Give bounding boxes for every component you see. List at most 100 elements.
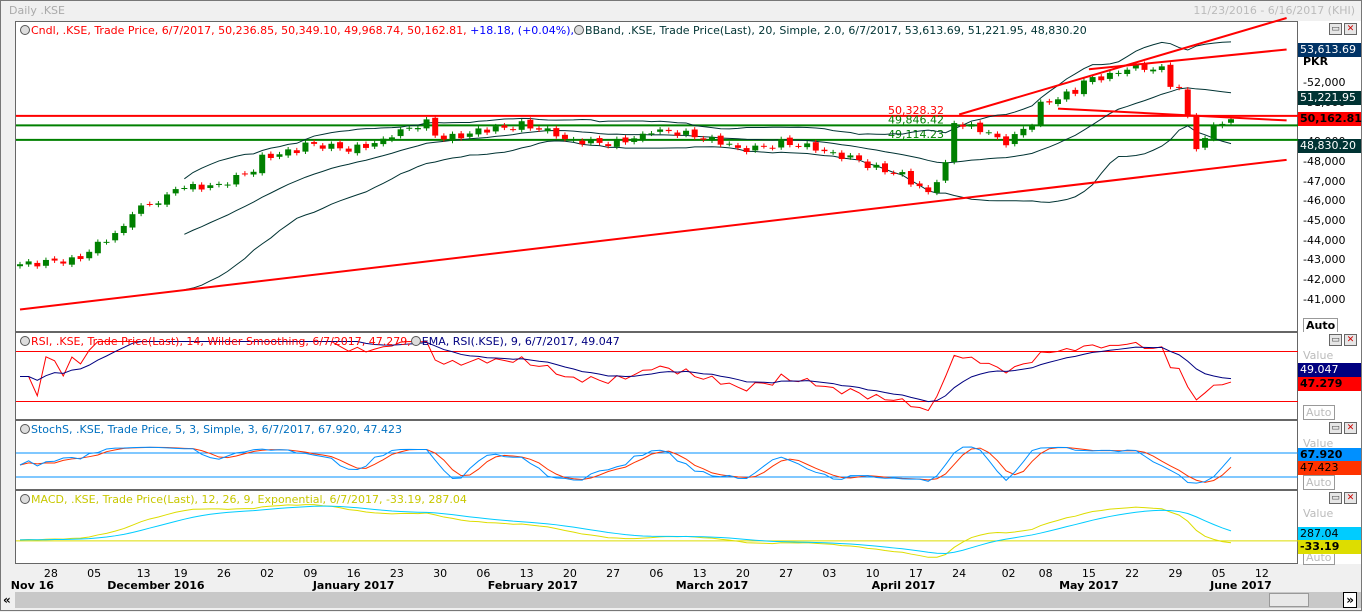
candle — [804, 143, 811, 148]
candle — [795, 145, 802, 147]
candle — [371, 143, 378, 147]
candle — [363, 143, 369, 148]
candle — [847, 155, 854, 158]
candle — [639, 133, 646, 140]
candle — [873, 164, 880, 168]
candle — [925, 187, 932, 193]
candle — [674, 132, 681, 136]
bband-lower-tag: 48,830.20 — [1298, 139, 1361, 153]
trendline — [1088, 48, 1287, 71]
candle — [968, 124, 975, 127]
candle — [769, 147, 776, 149]
candle — [778, 139, 785, 148]
candle — [388, 137, 395, 140]
maximize-icon[interactable]: ▭ — [1329, 334, 1342, 346]
candle — [933, 182, 940, 193]
candle — [527, 119, 534, 129]
candle — [951, 123, 958, 162]
candle — [1037, 101, 1044, 125]
candle — [172, 189, 179, 194]
candle — [190, 184, 196, 190]
candle — [1046, 101, 1053, 103]
candle — [276, 154, 283, 157]
candle — [1167, 64, 1174, 87]
candle — [60, 261, 67, 264]
candle — [605, 144, 612, 147]
candle — [613, 138, 620, 147]
candle — [1219, 123, 1226, 126]
candle — [812, 142, 819, 151]
candle — [345, 148, 352, 152]
candle — [215, 183, 222, 185]
candle — [1080, 80, 1087, 95]
candle — [42, 259, 49, 266]
candle — [734, 145, 741, 148]
close-icon[interactable]: ✕ — [1344, 492, 1357, 504]
candle — [293, 150, 300, 154]
candle — [432, 117, 439, 136]
candle — [1184, 89, 1191, 116]
change-legend: +18.18, (+0.04%), — [470, 24, 575, 37]
candle — [518, 121, 525, 130]
candle — [198, 184, 205, 190]
candle — [994, 133, 1001, 138]
candle — [691, 129, 698, 138]
candle — [907, 170, 914, 185]
candle — [544, 128, 551, 132]
rsi-tag: 47.279 — [1298, 377, 1361, 391]
candle — [267, 153, 274, 158]
candle — [449, 133, 456, 141]
candle — [726, 143, 733, 145]
candle — [1020, 128, 1027, 136]
candle — [1063, 91, 1070, 100]
candle — [319, 145, 326, 149]
candle — [1150, 69, 1157, 72]
candle — [77, 256, 84, 260]
candle — [1072, 89, 1079, 94]
maximize-icon[interactable]: ▭ — [1329, 23, 1342, 35]
candle — [700, 138, 707, 140]
maximize-icon[interactable]: ▭ — [1329, 492, 1342, 504]
candle — [786, 137, 793, 146]
rsi-legend-text: RSI, .KSE, Trade Price(Last), 14, Wilder… — [31, 335, 411, 348]
candle — [1011, 134, 1018, 145]
macd-legend: MACD, .KSE, Trade Price(Last), 12, 26, 9… — [20, 493, 467, 506]
candle — [311, 142, 318, 144]
candle — [596, 138, 603, 143]
macd-signal-line — [19, 505, 1232, 554]
candle — [406, 127, 413, 129]
candle — [164, 194, 171, 205]
candle — [864, 161, 871, 168]
candle — [916, 183, 923, 187]
candle — [207, 185, 214, 188]
candle — [501, 125, 508, 128]
close-icon[interactable]: ✕ — [1344, 23, 1357, 35]
candle — [717, 135, 724, 145]
candle — [129, 214, 136, 228]
bband-legend: BBand, .KSE, Trade Price(Last), 20, Simp… — [585, 24, 1087, 37]
candle — [648, 133, 655, 135]
candle — [882, 163, 888, 173]
candle — [838, 152, 845, 160]
candle — [1003, 136, 1010, 146]
candle — [1106, 72, 1113, 79]
bband-upper-tag: 53,613.69 — [1298, 43, 1361, 57]
candle — [458, 133, 465, 139]
maximize-icon[interactable]: ▭ — [1329, 422, 1342, 434]
candle — [328, 143, 335, 149]
candle — [536, 128, 542, 130]
candle — [475, 128, 482, 135]
candle — [1176, 86, 1183, 88]
candle — [1115, 72, 1122, 74]
close-icon[interactable]: ✕ — [1344, 422, 1357, 434]
close-icon[interactable]: ✕ — [1344, 334, 1357, 346]
candle — [553, 128, 560, 137]
candle — [665, 129, 672, 132]
clock-icon — [20, 494, 30, 504]
candle — [466, 133, 473, 137]
candle — [51, 258, 58, 261]
ema-legend-text: EMA, RSI(.KSE), 9, 6/7/2017, 49.047 — [421, 335, 620, 348]
candle — [233, 174, 240, 185]
candle — [1210, 124, 1217, 139]
candle — [1228, 119, 1234, 123]
